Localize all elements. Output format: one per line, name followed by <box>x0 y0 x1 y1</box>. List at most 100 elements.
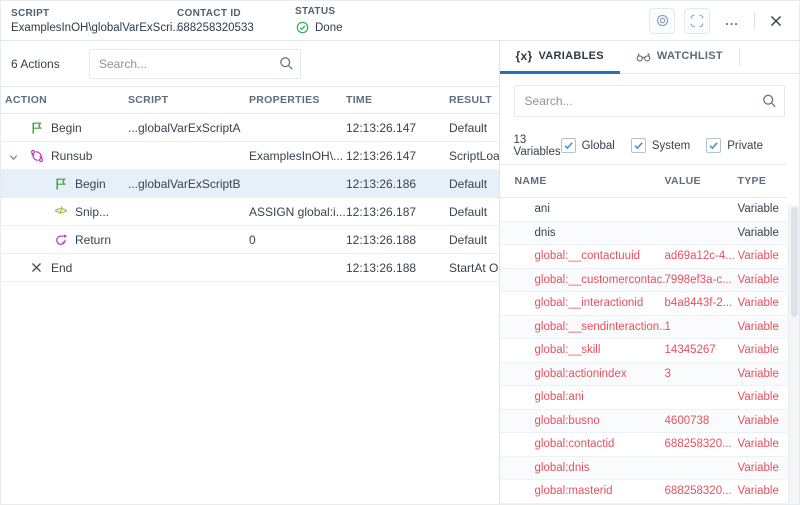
filter-private[interactable]: Private <box>706 138 763 153</box>
settings-button[interactable] <box>649 8 675 34</box>
variable-name: global:busno <box>535 415 665 427</box>
action-cell: Begin <box>5 120 128 135</box>
action-label: Return <box>75 233 111 247</box>
end-icon <box>29 260 44 275</box>
filter-global[interactable]: Global <box>561 138 615 153</box>
close-icon <box>768 13 783 28</box>
script-info: SCRIPT ExamplesInOH\globalVarExScri... <box>11 8 151 34</box>
col-type: TYPE <box>738 175 787 187</box>
variable-row[interactable]: global:dnisVariable <box>500 457 787 481</box>
return-icon <box>53 232 68 247</box>
variable-type: Variable <box>738 297 787 309</box>
variables-search-input[interactable] <box>514 85 785 117</box>
script-label: SCRIPT <box>11 8 151 19</box>
variable-type: Variable <box>738 485 787 497</box>
action-label: Snip... <box>75 205 109 219</box>
variable-value: 14345267 <box>665 344 738 356</box>
scrollbar-thumb[interactable] <box>791 207 798 317</box>
action-cell: End <box>5 260 128 275</box>
checkbox-global[interactable] <box>561 138 576 153</box>
result-cell: StartAt ONRELE <box>449 261 499 275</box>
variable-name: dnis <box>535 227 665 239</box>
variable-row[interactable]: global:__contactuuidad69a12c-4...Variabl… <box>500 245 787 269</box>
status-done-check-icon <box>295 20 310 35</box>
tabs-divider <box>739 48 740 66</box>
filter-label: System <box>652 140 690 152</box>
variables-count: 13 Variables <box>514 134 561 158</box>
variable-row[interactable]: global:busno4600738Variable <box>500 410 787 434</box>
action-row[interactable]: Begin...globalVarExScriptB12:13:26.186De… <box>1 170 499 198</box>
action-row[interactable]: End 12:13:26.188StartAt ONRELE <box>1 254 499 282</box>
variable-row[interactable]: global:contactid688258320...Variable <box>500 433 787 457</box>
variable-row[interactable]: global:aniVariable <box>500 386 787 410</box>
variable-name: ani <box>535 203 665 215</box>
col-value: VALUE <box>665 175 738 187</box>
variable-row[interactable]: global:actionindex3Variable <box>500 363 787 387</box>
filter-label: Private <box>727 140 763 152</box>
variable-row[interactable]: global:__sendinteraction...1Variable <box>500 316 787 340</box>
variable-row[interactable]: global:__customercontac...7998ef3a-c...V… <box>500 269 787 293</box>
target-icon <box>655 13 670 28</box>
expand-button[interactable] <box>684 8 710 34</box>
actions-count: 6 Actions <box>11 57 89 71</box>
filter-checkboxes: Global System Private <box>561 138 763 153</box>
variable-value: ad69a12c-4... <box>665 250 738 262</box>
variable-type: Variable <box>738 227 787 239</box>
action-label: Begin <box>51 121 82 135</box>
variables-scrollbar[interactable] <box>788 205 799 505</box>
glasses-icon <box>636 49 651 64</box>
action-label: End <box>51 261 72 275</box>
action-row[interactable]: </>Snip...ASSIGN global:i...12:13:26.187… <box>1 198 499 226</box>
variable-value: b4a8443f-2... <box>665 297 738 309</box>
variable-name: global:__skill <box>535 344 665 356</box>
variable-row[interactable]: aniVariable <box>500 198 787 222</box>
window-header: SCRIPT ExamplesInOH\globalVarExScri... C… <box>1 1 799 41</box>
time-cell: 12:13:26.188 <box>346 261 449 275</box>
code-icon: </> <box>53 204 68 219</box>
variable-row[interactable]: global:__interactionidb4a8443f-2...Varia… <box>500 292 787 316</box>
actions-table-header: ACTION SCRIPT PROPERTIES TIME RESULT <box>1 87 499 114</box>
close-button[interactable] <box>764 9 787 32</box>
variable-name: global:__contactuuid <box>535 250 665 262</box>
search-icon <box>762 93 777 108</box>
variable-value: 1 <box>665 321 738 333</box>
variable-row[interactable]: dnis Variable <box>500 222 787 246</box>
variable-row[interactable]: global:masterid688258320...Variable <box>500 480 787 504</box>
action-row[interactable]: Return012:13:26.188Default <box>1 226 499 254</box>
header-actions: ... <box>649 8 787 34</box>
variable-type: Variable <box>738 321 787 333</box>
tab-variables[interactable]: {x} VARIABLES <box>500 41 620 74</box>
action-row[interactable]: Begin...globalVarExScriptA12:13:26.147De… <box>1 114 499 142</box>
result-cell: ScriptLoading <box>449 149 499 163</box>
tab-watchlist[interactable]: WATCHLIST <box>620 41 739 74</box>
action-cell: Return <box>5 232 128 247</box>
actions-table-body: Begin...globalVarExScriptA12:13:26.147De… <box>1 114 499 282</box>
chevron-down-icon[interactable] <box>6 150 21 163</box>
action-row[interactable]: RunsubExamplesInOH\...12:13:26.147Script… <box>1 142 499 170</box>
actions-search-input[interactable] <box>89 49 301 79</box>
variable-value: 688258320... <box>665 485 738 497</box>
checkbox-private[interactable] <box>706 138 721 153</box>
variable-type: Variable <box>738 438 787 450</box>
checkbox-system[interactable] <box>631 138 646 153</box>
expand-icon <box>690 13 705 28</box>
script-cell: ...globalVarExScriptB <box>128 177 249 191</box>
result-cell: Default <box>449 177 499 191</box>
trace-viewer-window: SCRIPT ExamplesInOH\globalVarExScri... C… <box>0 0 800 505</box>
actions-toolbar: 6 Actions <box>1 41 499 87</box>
contact-id-value: 688258320533 <box>177 22 269 34</box>
variable-name: global:masterid <box>535 485 665 497</box>
variable-type: Variable <box>738 368 787 380</box>
contact-id-label: CONTACT ID <box>177 8 269 19</box>
filter-system[interactable]: System <box>631 138 690 153</box>
result-cell: Default <box>449 121 499 135</box>
variable-row[interactable]: global:__skill14345267Variable <box>500 339 787 363</box>
variable-value: 7998ef3a-c... <box>665 274 738 286</box>
header-divider <box>754 12 755 30</box>
actions-panel: 6 Actions ACTION SCRIPT PROPERTIES TIME … <box>1 41 500 505</box>
action-cell: Begin <box>5 176 128 191</box>
action-label: Runsub <box>51 149 92 163</box>
variable-value: 3 <box>665 368 738 380</box>
actions-search <box>89 49 301 79</box>
more-options-button[interactable]: ... <box>719 8 745 34</box>
